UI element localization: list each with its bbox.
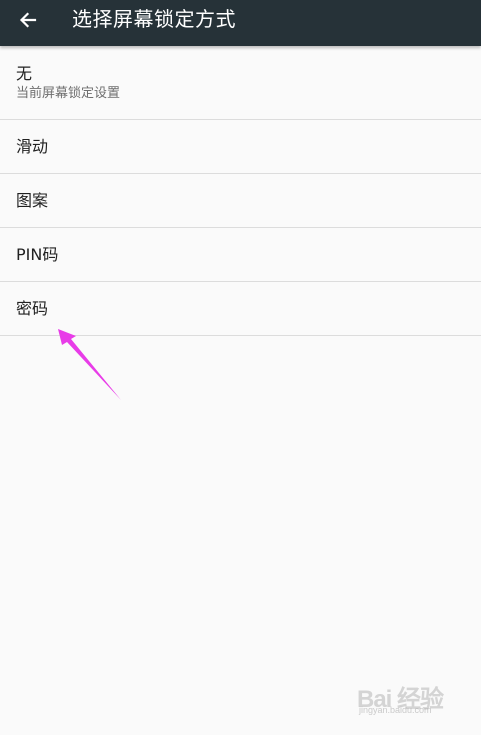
list-item-title: 图案: [16, 191, 49, 210]
arrow-left-icon: [19, 12, 37, 28]
back-button[interactable]: [10, 3, 46, 37]
watermark: Bai 经验 jingyan.baidu.com: [357, 679, 457, 715]
list-item-title: 滑动: [16, 137, 49, 156]
list-item-subtitle: 当前屏幕锁定设置: [16, 86, 121, 101]
list-item-swipe[interactable]: 滑动: [0, 120, 481, 174]
list-item-title: PIN码: [16, 245, 59, 264]
list-item-title: 无: [16, 64, 33, 83]
lock-method-list: 无 当前屏幕锁定设置 滑动 图案 PIN码 密码: [0, 46, 481, 336]
list-item-none[interactable]: 无 当前屏幕锁定设置: [0, 46, 481, 120]
page-title: 选择屏幕锁定方式: [72, 7, 236, 31]
list-item-pattern[interactable]: 图案: [0, 174, 481, 228]
watermark-url: jingyan.baidu.com: [359, 705, 432, 715]
app-bar: 选择屏幕锁定方式: [0, 0, 481, 46]
list-item-title: 密码: [16, 299, 49, 318]
list-item-password[interactable]: 密码: [0, 282, 481, 336]
watermark-logo: Bai 经验: [357, 686, 444, 713]
list-item-pin[interactable]: PIN码: [0, 228, 481, 282]
